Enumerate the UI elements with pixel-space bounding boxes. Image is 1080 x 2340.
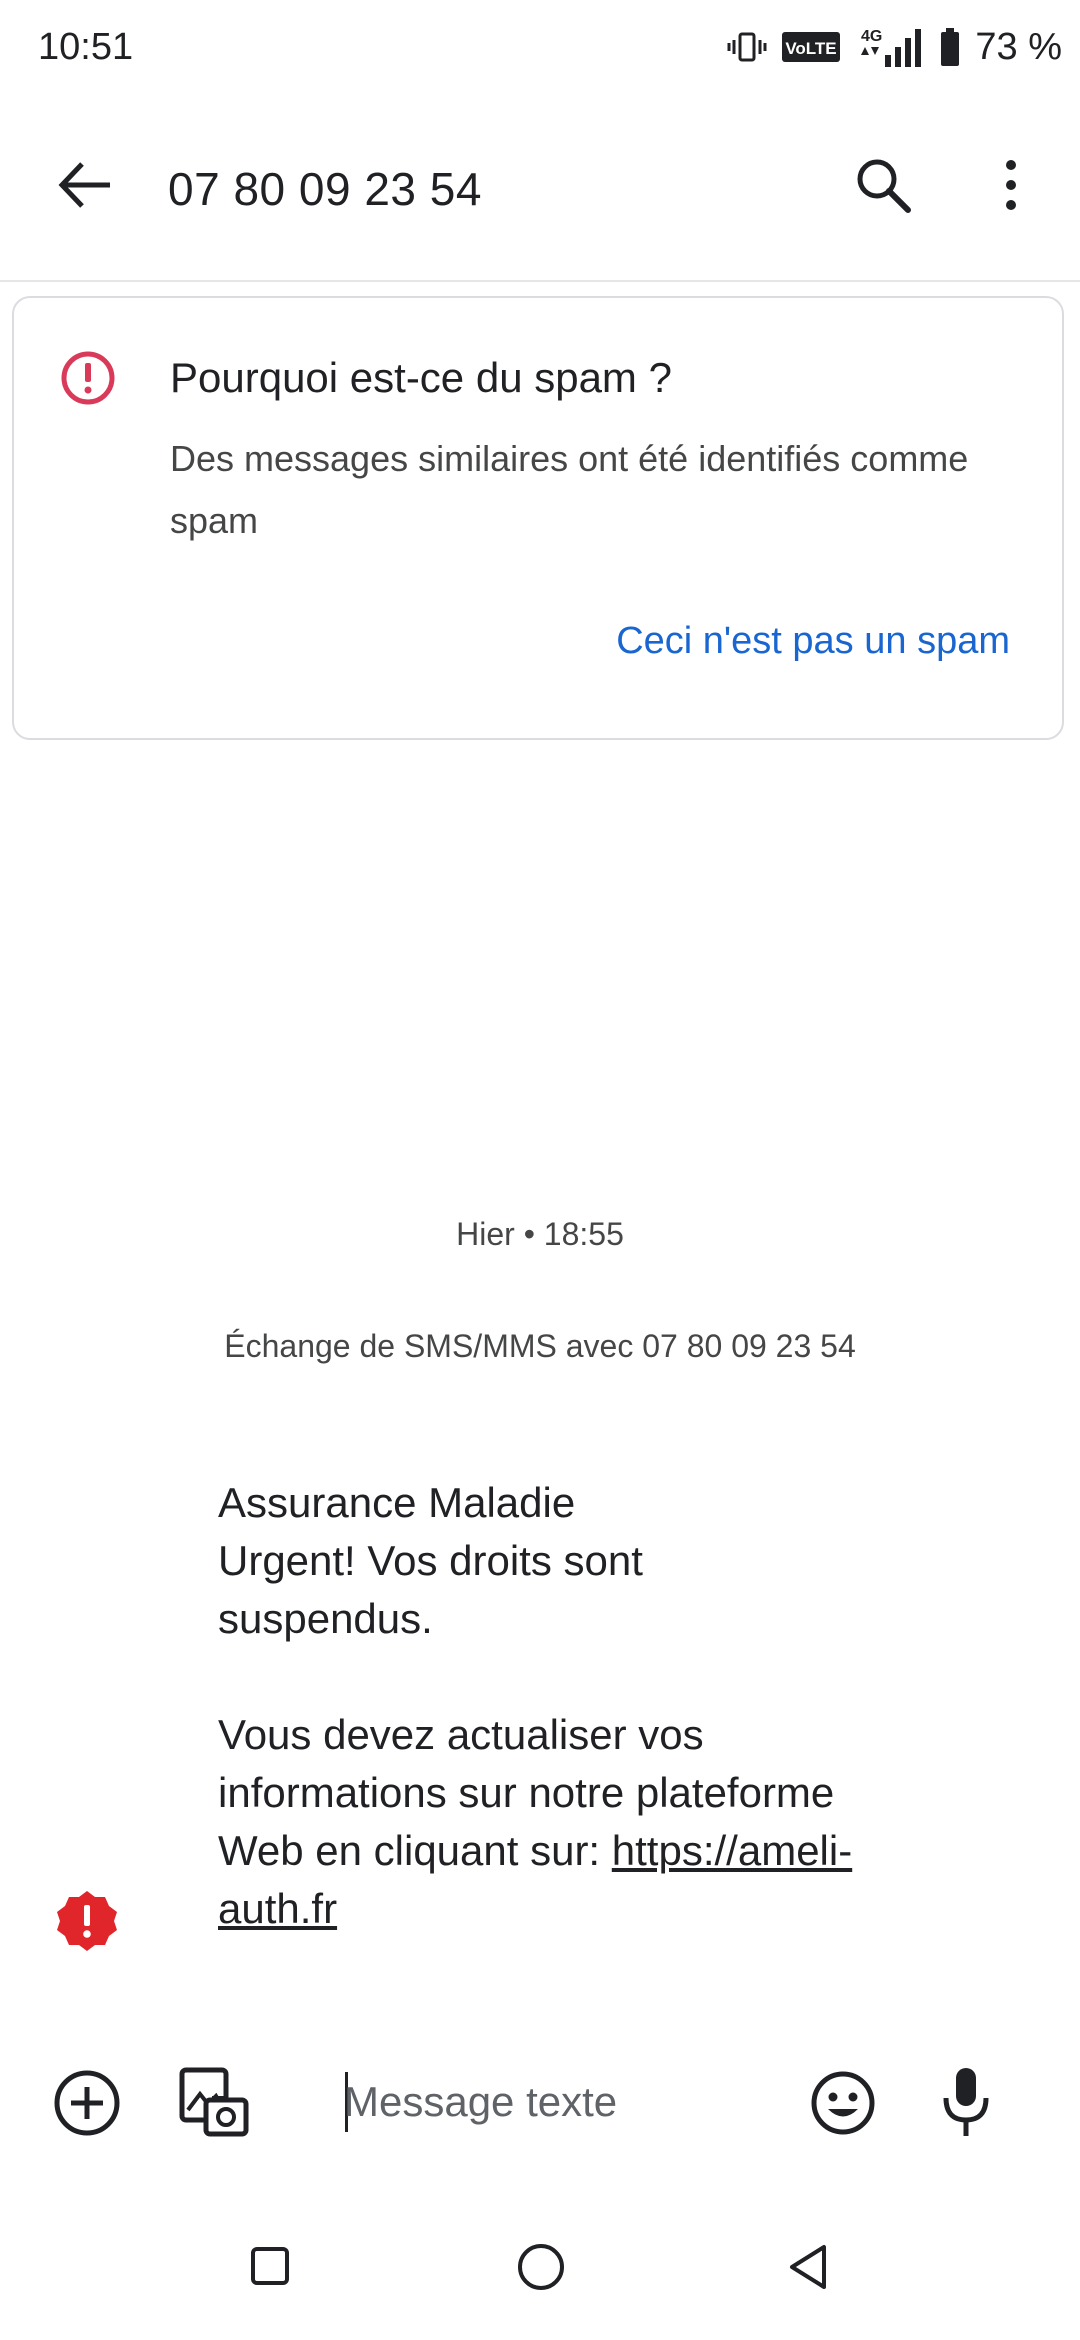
signal-icon: 4G — [855, 25, 925, 69]
battery-level: 73 % — [975, 25, 1062, 68]
gallery-button[interactable] — [178, 2066, 250, 2138]
voice-input-button[interactable] — [940, 2064, 992, 2140]
exchange-info: Échange de SMS/MMS avec 07 80 09 23 54 — [224, 1328, 856, 1364]
home-icon[interactable] — [516, 2242, 566, 2292]
spam-heading: Pourquoi est-ce du spam ? — [170, 354, 672, 401]
nav-back-icon[interactable] — [786, 2242, 830, 2292]
compose-bar — [0, 2052, 1080, 2152]
more-vert-icon — [1006, 160, 1016, 210]
message-bubble[interactable]: Assurance Maladie Urgent! Vos droits son… — [218, 1474, 858, 1938]
system-nav-bar — [0, 2220, 1080, 2320]
message-line-2: Urgent! Vos droits sont suspendus. — [218, 1537, 643, 1642]
more-options-button[interactable] — [986, 150, 1036, 220]
messages-screen: 10:51 VoLTE 4G 73 % 07 80 09 23 54 Pourq… — [0, 0, 1080, 2340]
add-circle-icon — [54, 2070, 120, 2136]
message-timestamp: Hier • 18:55 — [456, 1216, 624, 1252]
app-bar-divider — [0, 280, 1080, 282]
network-label: 4G — [861, 28, 882, 45]
battery-icon — [939, 27, 961, 67]
status-time: 10:51 — [38, 26, 134, 68]
spam-description: Des messages similaires ont été identifi… — [170, 438, 969, 541]
recents-icon[interactable] — [250, 2246, 290, 2286]
message-paragraph-2: Vous devez actualiser vos informations s… — [218, 1706, 858, 1938]
message-input[interactable] — [344, 2066, 764, 2138]
emoji-button[interactable] — [808, 2068, 878, 2138]
alert-circle-icon — [61, 351, 115, 405]
search-button[interactable] — [848, 150, 918, 220]
back-arrow-icon — [58, 162, 110, 208]
not-spam-button[interactable]: Ceci n'est pas un spam — [616, 620, 1010, 663]
mic-icon — [943, 2068, 989, 2136]
spam-warning-card: Pourquoi est-ce du spam ? Des messages s… — [12, 296, 1064, 740]
message-paragraph-1: Assurance Maladie Urgent! Vos droits son… — [218, 1474, 858, 1648]
app-bar: 07 80 09 23 54 — [0, 120, 1080, 250]
vibrate-icon — [727, 27, 767, 67]
message-line-1: Assurance Maladie — [218, 1479, 576, 1526]
status-bar: 10:51 VoLTE 4G 73 % — [0, 0, 1080, 100]
error-badge-icon — [57, 1891, 117, 1951]
emoji-icon — [811, 2071, 875, 2135]
volte-label: VoLTE — [786, 39, 837, 58]
back-button[interactable] — [50, 150, 120, 220]
volte-icon: VoLTE — [781, 30, 841, 64]
conversation-title: 07 80 09 23 54 — [168, 163, 482, 215]
add-attachment-button[interactable] — [52, 2068, 122, 2138]
status-icons: VoLTE 4G 73 % — [727, 22, 1062, 72]
search-icon — [857, 159, 911, 213]
gallery-icon — [179, 2067, 249, 2137]
